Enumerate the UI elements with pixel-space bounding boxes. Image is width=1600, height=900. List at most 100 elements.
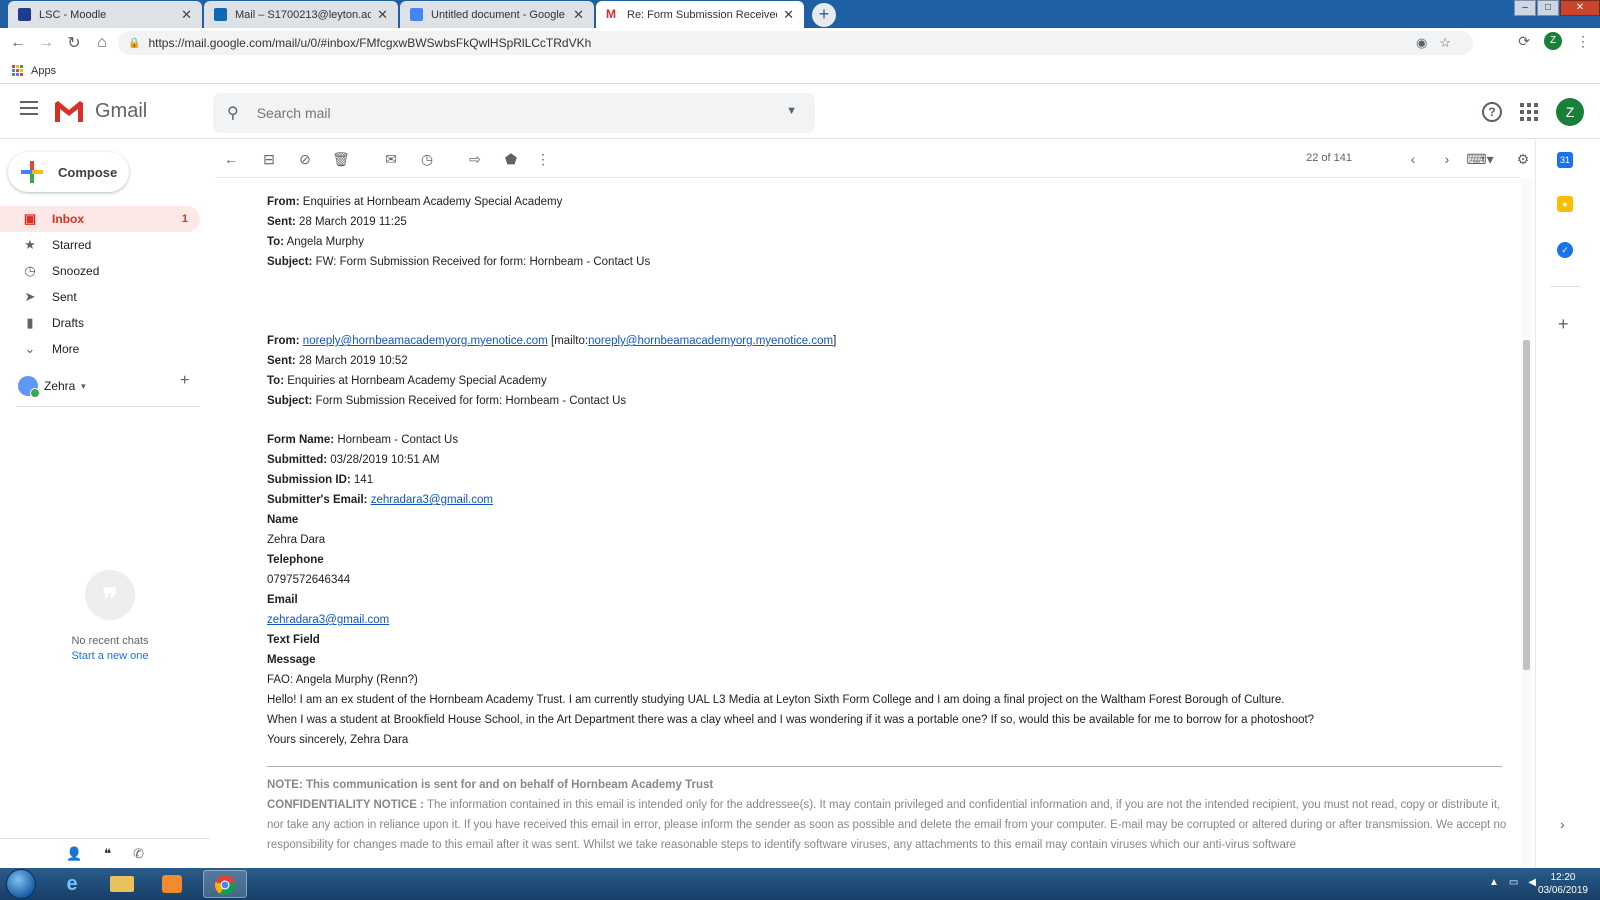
compose-button[interactable]: Compose xyxy=(8,152,129,192)
inbox-icon: ▣ xyxy=(23,211,37,226)
sidebar-item-sent[interactable]: ➤ Sent xyxy=(0,284,200,310)
mark-unread-icon[interactable]: ✉ xyxy=(381,149,401,169)
mailto-email-link[interactable]: noreply@hornbeamacademyorg.myenotice.com xyxy=(588,335,833,347)
network-icon[interactable]: ▭ xyxy=(1509,877,1528,888)
back-arrow-icon[interactable]: ← xyxy=(4,34,32,52)
field-label: Sent: xyxy=(267,216,296,228)
hangouts-user[interactable]: Zehra ▼ xyxy=(18,376,88,398)
address-bar[interactable]: 🔒 https://mail.google.com/mail/u/0/#inbo… xyxy=(118,31,1473,55)
sidebar-item-snoozed[interactable]: ◷ Snoozed xyxy=(0,258,200,284)
hangouts-icon[interactable]: ❝ xyxy=(104,846,111,862)
tray-expand-icon[interactable]: ▲ xyxy=(1489,877,1509,888)
tab-close-icon[interactable]: ✕ xyxy=(181,7,192,23)
home-icon[interactable]: ⌂ xyxy=(88,34,116,52)
fwd2-from-line: From: noreply@hornbeamacademyorg.myenoti… xyxy=(267,331,1507,351)
sender-email-link[interactable]: noreply@hornbeamacademyorg.myenotice.com xyxy=(303,335,548,347)
tab-close-icon[interactable]: ✕ xyxy=(377,7,388,23)
move-to-icon[interactable]: ⇨ xyxy=(465,149,485,169)
phone-icon[interactable]: ✆ xyxy=(133,846,144,862)
field-label: Text Field xyxy=(267,634,320,646)
keep-icon[interactable]: ● xyxy=(1557,196,1573,212)
search-input[interactable] xyxy=(256,105,737,121)
submission-id-line: Submission ID: 141 xyxy=(267,470,1507,490)
tasks-icon[interactable]: ✓ xyxy=(1557,242,1573,258)
apps-grid-icon[interactable] xyxy=(12,65,23,76)
label-icon[interactable]: ⬟ xyxy=(501,149,521,169)
email-value-link[interactable]: zehradara3@gmail.com xyxy=(267,614,389,626)
tab-gmail-active[interactable]: M Re: Form Submission Received fo ✕ xyxy=(596,1,804,28)
fwd2-to-line: To: Enquiries at Hornbeam Academy Specia… xyxy=(267,371,1507,391)
chrome-taskbar-icon[interactable] xyxy=(203,870,247,898)
newer-chevron-left-icon[interactable]: ‹ xyxy=(1403,149,1423,169)
sync-icon[interactable]: ⟳ xyxy=(1518,33,1530,50)
minimize-icon[interactable]: – xyxy=(1514,0,1536,16)
gmail-logo[interactable]: Gmail xyxy=(53,99,147,123)
fwd1-sent-line: Sent: 28 March 2019 11:25 xyxy=(267,212,1507,232)
apps-bookmark[interactable]: Apps xyxy=(31,65,56,77)
sidebar-item-label: More xyxy=(52,342,80,356)
sidebar-item-starred[interactable]: ★ Starred xyxy=(0,232,200,258)
file-explorer-icon[interactable] xyxy=(100,870,144,898)
older-chevron-right-icon[interactable]: › xyxy=(1437,149,1457,169)
hide-panel-chevron-icon[interactable]: › xyxy=(1560,816,1565,832)
window-close-icon[interactable]: ✕ xyxy=(1560,0,1600,16)
sidebar-item-more[interactable]: ⌄ More xyxy=(0,336,200,362)
search-options-caret-icon[interactable]: ▼ xyxy=(786,105,797,117)
calendar-icon[interactable]: 31 xyxy=(1557,152,1573,168)
caret-down-icon: ▼ xyxy=(79,381,88,391)
browser-profile-avatar[interactable]: Z xyxy=(1544,32,1562,50)
star-icon: ★ xyxy=(24,237,36,252)
left-sidebar: Compose ▣ Inbox 1 ★ Starred ◷ Snoozed ➤ … xyxy=(0,140,210,868)
archive-icon[interactable]: ⊟ xyxy=(259,149,279,169)
delete-icon[interactable]: 🗑 xyxy=(331,149,351,169)
back-to-inbox-icon[interactable]: ← xyxy=(221,149,241,169)
tab-outlook-mail[interactable]: Mail – S1700213@leyton.ac.uk ✕ xyxy=(204,1,398,28)
eye-icon[interactable]: ◉ xyxy=(1416,35,1439,50)
content-scrollbar[interactable] xyxy=(1521,178,1532,868)
field-label: Subject: xyxy=(267,395,313,407)
report-spam-icon[interactable]: ⊘ xyxy=(295,149,315,169)
maximize-icon[interactable]: □ xyxy=(1537,0,1559,16)
more-options-icon[interactable]: ⋮ xyxy=(533,149,553,169)
google-apps-icon[interactable] xyxy=(1520,103,1538,121)
field-value: FW: Form Submission Received for form: H… xyxy=(315,256,651,268)
new-tab-button[interactable]: + xyxy=(812,3,836,27)
account-avatar[interactable]: Z xyxy=(1556,98,1584,126)
bookmark-star-icon[interactable]: ☆ xyxy=(1439,35,1463,50)
person-icon[interactable]: 👤 xyxy=(66,846,82,862)
input-tools-icon[interactable]: ⌨▾ xyxy=(1463,149,1497,169)
add-contact-icon[interactable]: + xyxy=(180,372,189,390)
snooze-icon[interactable]: ◷ xyxy=(417,149,437,169)
no-recent-chats: No recent chats xyxy=(71,635,149,647)
field-label: Subject: xyxy=(267,256,313,268)
tab-close-icon[interactable]: ✕ xyxy=(783,7,794,23)
sidebar-item-drafts[interactable]: ▮ Drafts xyxy=(0,310,200,336)
field-label: Name xyxy=(267,514,299,526)
clock-icon: ◷ xyxy=(24,263,36,278)
help-icon[interactable]: ? xyxy=(1482,102,1502,122)
message-line: Hello! I am an ex student of the Hornbea… xyxy=(267,694,1285,706)
forward-arrow-icon[interactable]: → xyxy=(32,34,60,52)
browser-menu-icon[interactable]: ⋮ xyxy=(1576,33,1590,50)
start-new-chat-link[interactable]: Start a new one xyxy=(0,650,220,662)
reload-icon[interactable]: ↻ xyxy=(60,33,88,53)
media-player-icon[interactable] xyxy=(150,870,194,898)
start-button[interactable] xyxy=(6,869,36,899)
sidebar-item-label: Drafts xyxy=(52,316,85,330)
scrollbar-thumb[interactable] xyxy=(1523,340,1530,670)
tab-close-icon[interactable]: ✕ xyxy=(573,7,584,23)
field-label: Sent: xyxy=(267,355,296,367)
email-body: From: Enquiries at Hornbeam Academy Spec… xyxy=(267,192,1507,855)
get-addons-icon[interactable]: + xyxy=(1558,314,1569,335)
taskbar-clock[interactable]: 12:20 03/06/2019 xyxy=(1538,871,1588,897)
main-menu-icon[interactable] xyxy=(20,101,38,119)
search-icon[interactable]: ⚲ xyxy=(227,103,239,123)
field-value: Enquiries at Hornbeam Academy Special Ac… xyxy=(287,375,547,387)
sidebar-item-inbox[interactable]: ▣ Inbox 1 xyxy=(0,206,200,232)
internet-explorer-icon[interactable]: e xyxy=(50,870,94,898)
tab-moodle[interactable]: LSC - Moodle ✕ xyxy=(8,1,202,28)
submitted-line: Submitted: 03/28/2019 10:51 AM xyxy=(267,450,1507,470)
settings-gear-icon[interactable]: ⚙ xyxy=(1513,149,1533,169)
submitter-email-link[interactable]: zehradara3@gmail.com xyxy=(371,494,493,506)
tab-google-docs[interactable]: Untitled document - Google Doc ✕ xyxy=(400,1,594,28)
